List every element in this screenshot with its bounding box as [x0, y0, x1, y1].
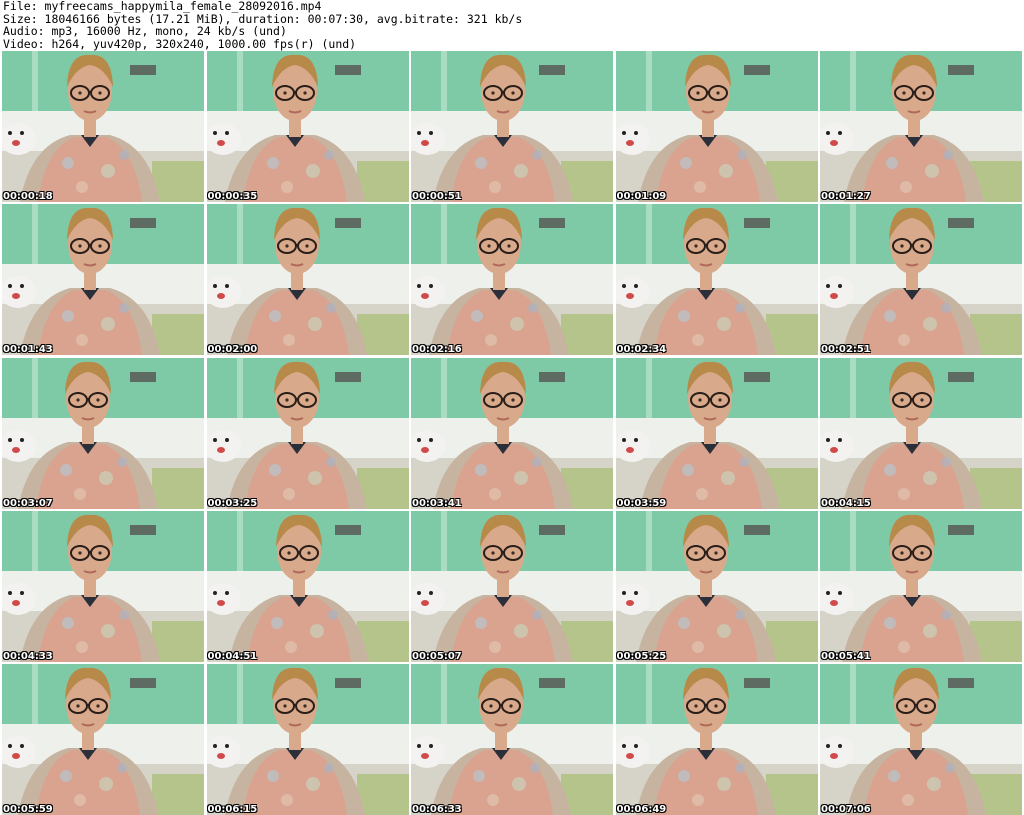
thumbnail-frame-image — [411, 510, 613, 662]
video-thumbnail[interactable]: 00:05:41 — [820, 510, 1022, 662]
thumbnail-frame-image — [820, 357, 1022, 509]
thumbnail-frame-image — [615, 51, 818, 202]
thumbnail-frame-image — [206, 664, 409, 815]
thumbnail-timestamp: 00:00:35 — [207, 191, 258, 202]
thumbnail-timestamp: 00:02:51 — [821, 344, 871, 356]
thumbnail-timestamp: 00:06:49 — [616, 804, 667, 815]
thumbnail-frame-image — [2, 357, 204, 509]
thumbnail-timestamp: 00:02:16 — [412, 344, 462, 356]
thumbnail-timestamp: 00:06:15 — [207, 804, 258, 815]
video-thumbnail[interactable]: 00:07:06 — [820, 664, 1022, 815]
thumbnail-timestamp: 00:07:06 — [821, 804, 871, 815]
thumbnail-timestamp: 00:02:00 — [207, 344, 258, 356]
file-name-line: File: myfreecams_happymila_female_280920… — [3, 0, 322, 13]
video-thumbnail[interactable]: 00:02:00 — [206, 204, 409, 356]
video-thumbnail[interactable]: 00:03:59 — [615, 357, 818, 509]
thumbnail-frame-image — [206, 357, 409, 509]
thumbnail-timestamp: 00:00:18 — [3, 191, 53, 202]
thumbnail-frame-image — [2, 664, 204, 815]
thumbnail-frame-image — [411, 51, 613, 202]
thumbnail-timestamp: 00:03:25 — [207, 497, 258, 509]
video-thumbnail[interactable]: 00:01:43 — [2, 204, 204, 356]
thumbnail-timestamp: 00:05:25 — [616, 650, 667, 662]
thumbnail-frame-image — [615, 510, 818, 662]
thumbnail-timestamp: 00:04:33 — [3, 650, 53, 662]
thumbnail-timestamp: 00:00:51 — [412, 191, 462, 202]
thumbnail-timestamp: 00:04:51 — [207, 650, 258, 662]
thumbnail-frame-image — [206, 204, 409, 356]
video-thumbnail[interactable]: 00:03:07 — [2, 357, 204, 509]
video-thumbnail[interactable]: 00:04:33 — [2, 510, 204, 662]
video-thumbnail[interactable]: 00:06:49 — [615, 664, 818, 815]
thumbnail-timestamp: 00:01:09 — [616, 191, 667, 202]
thumbnail-frame-image — [411, 664, 613, 815]
thumbnail-frame-image — [2, 204, 204, 356]
video-thumbnail[interactable]: 00:05:07 — [411, 510, 613, 662]
video-info-line: Video: h264, yuv420p, 320x240, 1000.00 f… — [3, 36, 357, 51]
audio-info-line: Audio: mp3, 16000 Hz, mono, 24 kb/s (und… — [3, 24, 287, 39]
video-thumbnail[interactable]: 00:02:51 — [820, 204, 1022, 356]
thumbnail-frame-image — [206, 510, 409, 662]
thumbnail-frame-image — [820, 51, 1022, 202]
thumbnail-frame-image — [820, 204, 1022, 356]
thumbnail-grid: 00:00:18 00:00:35 00:00:51 00:01:09 00:01:27… — [2, 51, 1022, 815]
thumbnail-frame-image — [411, 204, 613, 356]
thumbnail-timestamp: 00:02:34 — [616, 344, 667, 356]
video-thumbnail[interactable]: 00:03:41 — [411, 357, 613, 509]
video-thumbnail[interactable]: 00:06:33 — [411, 664, 613, 815]
video-thumbnail[interactable]: 00:02:16 — [411, 204, 613, 356]
thumbnail-timestamp: 00:01:43 — [3, 344, 53, 356]
video-thumbnail[interactable]: 00:00:35 — [206, 51, 409, 202]
video-thumbnail[interactable]: 00:04:51 — [206, 510, 409, 662]
video-thumbnail[interactable]: 00:01:27 — [820, 51, 1022, 202]
thumbnail-frame-image — [820, 664, 1022, 815]
video-thumbnail[interactable]: 00:01:09 — [615, 51, 818, 202]
thumbnail-frame-image — [2, 51, 204, 202]
video-thumbnail[interactable]: 00:00:51 — [411, 51, 613, 202]
thumbnail-frame-image — [2, 510, 204, 662]
thumbnail-timestamp: 00:06:33 — [412, 804, 462, 815]
thumbnail-timestamp: 00:01:27 — [821, 191, 871, 202]
video-thumbnail[interactable]: 00:05:59 — [2, 664, 204, 815]
thumbnail-timestamp: 00:05:59 — [3, 804, 53, 815]
file-info-header: File: myfreecams_happymila_female_280920… — [3, 0, 1021, 50]
video-thumbnail[interactable]: 00:03:25 — [206, 357, 409, 509]
thumbnail-frame-image — [615, 204, 818, 356]
thumbnail-timestamp: 00:03:41 — [412, 497, 462, 509]
video-thumbnail[interactable]: 00:00:18 — [2, 51, 204, 202]
thumbnail-timestamp: 00:05:07 — [412, 650, 462, 662]
thumbnail-timestamp: 00:05:41 — [821, 650, 871, 662]
thumbnail-timestamp: 00:03:07 — [3, 497, 53, 509]
video-thumbnail[interactable]: 00:06:15 — [206, 664, 409, 815]
thumbnail-frame-image — [206, 51, 409, 202]
thumbnail-frame-image — [615, 357, 818, 509]
thumbnail-frame-image — [411, 357, 613, 509]
thumbnail-frame-image — [615, 664, 818, 815]
thumbnail-frame-image — [820, 510, 1022, 662]
video-thumbnail[interactable]: 00:05:25 — [615, 510, 818, 662]
thumbnail-timestamp: 00:03:59 — [616, 497, 667, 509]
thumbnail-timestamp: 00:04:15 — [821, 497, 871, 509]
video-thumbnail[interactable]: 00:02:34 — [615, 204, 818, 356]
video-thumbnail[interactable]: 00:04:15 — [820, 357, 1022, 509]
